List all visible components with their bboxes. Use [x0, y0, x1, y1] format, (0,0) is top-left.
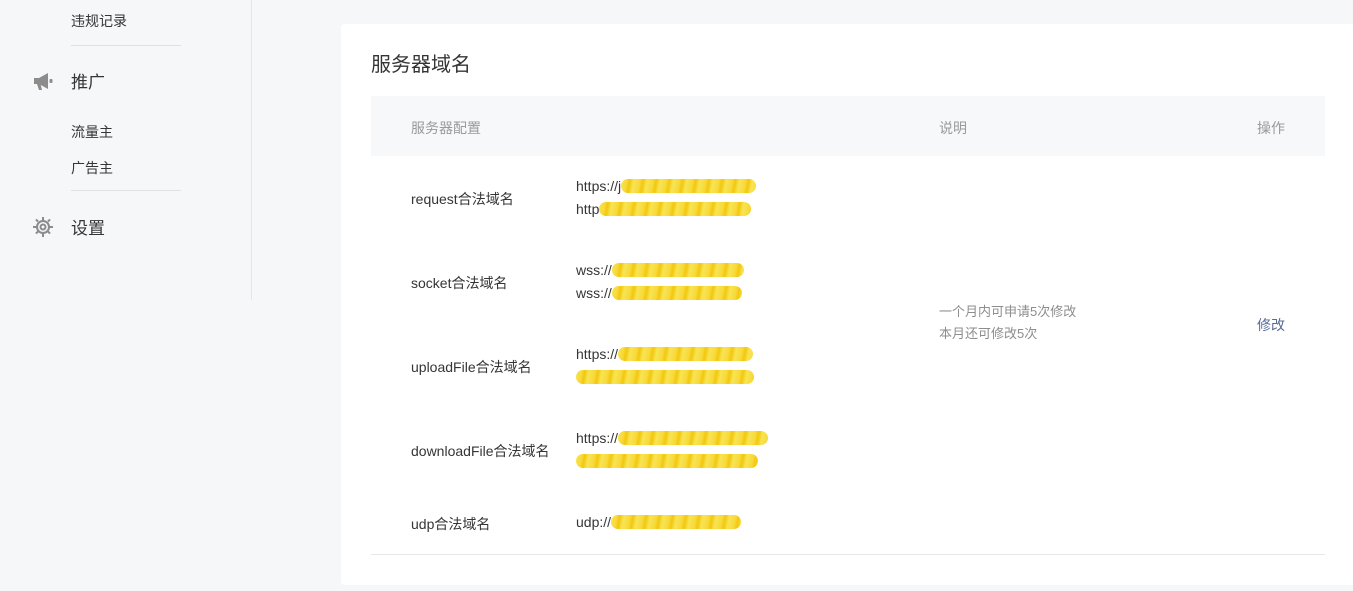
domain-prefix: wss://: [576, 262, 612, 278]
row-label-socket: socket合法域名: [411, 275, 508, 291]
redaction-mark: [576, 454, 758, 468]
sidebar-group-label: 推广: [71, 73, 105, 92]
domain-value: wss://: [576, 262, 744, 278]
page-title: 服务器域名: [371, 54, 471, 76]
row-label-request: request合法域名: [411, 191, 514, 207]
domain-prefix: https://: [576, 430, 619, 446]
domain-prefix: https://j: [576, 178, 622, 194]
domain-prefix: udp://: [576, 514, 612, 530]
sidebar-group-promo[interactable]: 推广: [32, 68, 105, 93]
column-header-config: 服务器配置: [411, 120, 481, 136]
remaining-modifications-note: 本月还可修改5次: [939, 326, 1038, 341]
domain-value: udp://: [576, 514, 742, 530]
table-header: 服务器配置 说明 操作: [371, 96, 1325, 156]
redaction-mark: [611, 515, 742, 529]
row-label-uploadfile: uploadFile合法域名: [411, 359, 532, 375]
redaction-mark: [618, 347, 754, 361]
redaction-mark: [576, 370, 754, 384]
redaction-mark: [618, 431, 769, 445]
redaction-mark: [621, 179, 757, 193]
redaction-mark: [599, 202, 752, 216]
domain-prefix: https://: [576, 346, 619, 362]
domain-value: https://j: [576, 178, 757, 194]
modify-limit-note: 一个月内可申请5次修改: [939, 304, 1077, 319]
domain-value: http: [576, 201, 752, 217]
gear-icon: [32, 216, 54, 238]
sidebar-item-violations[interactable]: 违规记录: [71, 11, 127, 31]
server-domain-card: 服务器域名 服务器配置 说明 操作 request合法域名 https://j …: [341, 24, 1353, 585]
redaction-mark: [611, 286, 742, 300]
domain-prefix: wss://: [576, 285, 612, 301]
domain-value: https://: [576, 430, 769, 446]
sidebar-divider: [71, 45, 181, 46]
redaction-mark: [611, 263, 744, 277]
table-bottom-divider: [371, 554, 1325, 555]
domain-value: [576, 370, 754, 384]
megaphone-icon: [32, 70, 54, 92]
sidebar: 违规记录 推广 流量主 广告主 设置: [0, 0, 252, 300]
domain-prefix: http: [576, 201, 600, 217]
domain-value: [576, 454, 758, 468]
domain-value: https://: [576, 346, 754, 362]
row-label-udp: udp合法域名: [411, 516, 491, 532]
sidebar-group-label: 设置: [71, 219, 105, 238]
sidebar-item-advertiser[interactable]: 广告主: [71, 158, 113, 178]
column-header-desc: 说明: [939, 120, 967, 136]
sidebar-group-settings[interactable]: 设置: [32, 214, 105, 239]
domain-value: wss://: [576, 285, 742, 301]
column-header-action: 操作: [1257, 120, 1285, 136]
sidebar-divider: [71, 190, 181, 191]
row-label-downloadfile: downloadFile合法域名: [411, 443, 550, 459]
sidebar-item-traffic-owner[interactable]: 流量主: [71, 122, 113, 142]
modify-link[interactable]: 修改: [1257, 315, 1285, 335]
